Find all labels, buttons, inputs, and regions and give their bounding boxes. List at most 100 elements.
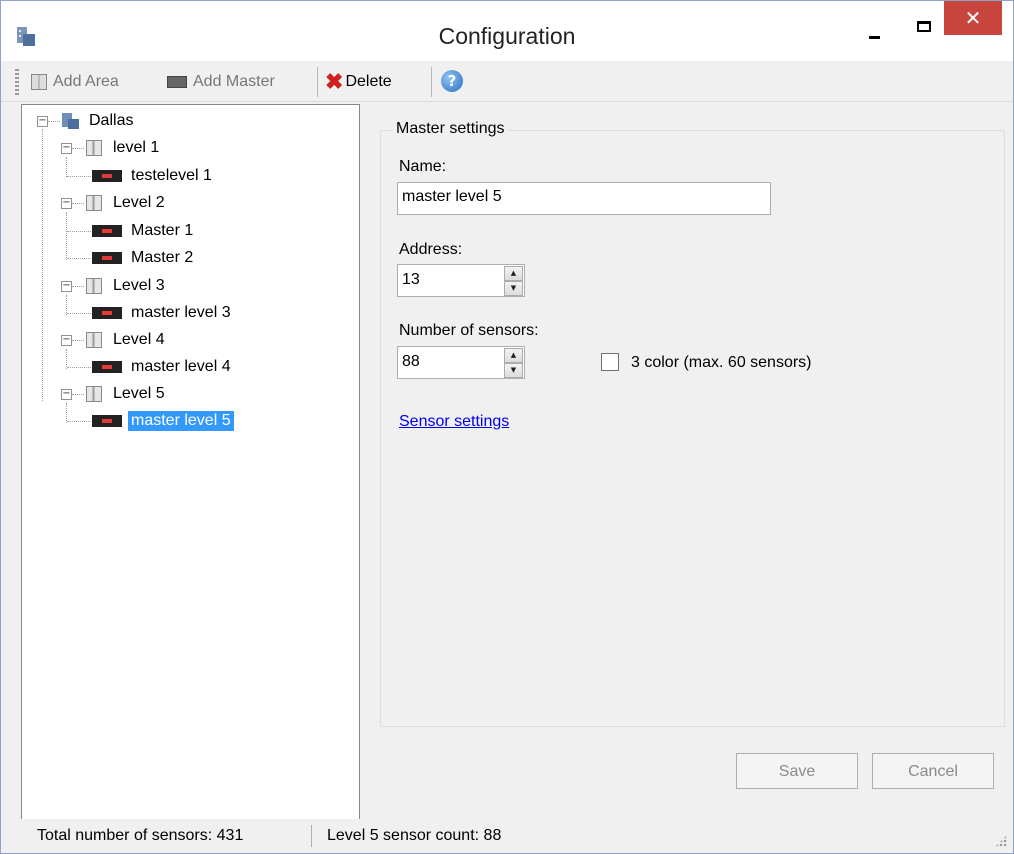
tree-connector (66, 157, 67, 177)
master-device-icon (92, 170, 122, 182)
status-bar: Total number of sensors: 431 Level 5 sen… (1, 819, 1013, 853)
tree-connector (66, 403, 67, 423)
three-color-label[interactable]: 3 color (max. 60 sensors) (631, 354, 812, 372)
tree-connector (66, 212, 67, 260)
master-device-icon (92, 307, 122, 319)
add-master-button[interactable]: Add Master (167, 69, 275, 95)
tree-area-label: Level 2 (113, 194, 165, 211)
tree-connector (67, 421, 91, 422)
tree-master-master-level-4[interactable]: master level 4 (92, 356, 234, 378)
collapse-icon[interactable]: − (61, 198, 72, 209)
device-tree[interactable]: − Dallas − level 1 testelevel 1 − Level … (21, 104, 360, 820)
collapse-icon[interactable]: − (61, 389, 72, 400)
tree-master-master-level-3[interactable]: master level 3 (92, 302, 234, 324)
master-device-icon (92, 252, 122, 264)
tree-connector (48, 121, 60, 122)
collapse-icon[interactable]: − (37, 116, 48, 127)
add-area-button[interactable]: Add Area (31, 69, 119, 95)
spin-up-icon[interactable]: ▲ (504, 348, 523, 363)
tree-connector (67, 176, 91, 177)
tree-area-level-4[interactable]: Level 4 (86, 329, 168, 351)
tree-root-dallas[interactable]: Dallas (60, 110, 136, 132)
sensor-settings-link[interactable]: Sensor settings (399, 413, 509, 431)
tree-connector (72, 340, 84, 341)
tree-area-level-3[interactable]: Level 3 (86, 275, 168, 297)
name-label: Name: (399, 158, 447, 175)
address-stepper[interactable]: 13 ▲ ▼ (397, 264, 525, 297)
add-master-label: Add Master (193, 73, 275, 90)
configuration-window: Configuration ✕ Add Area Add Master ✖ De… (0, 0, 1014, 854)
master-device-icon (92, 225, 122, 237)
sensors-value: 88 (402, 353, 420, 370)
tree-connector (67, 231, 91, 232)
toolbar-grip-icon[interactable] (15, 69, 19, 95)
tree-connector (66, 349, 67, 369)
spin-down-icon[interactable]: ▼ (504, 363, 523, 378)
tree-master-testelevel-1[interactable]: testelevel 1 (92, 165, 215, 187)
tree-area-label: Level 5 (113, 385, 165, 402)
address-value: 13 (402, 271, 420, 288)
tree-master-label: Master 1 (131, 222, 194, 239)
address-spin-buttons: ▲ ▼ (504, 266, 523, 296)
tree-master-master-2[interactable]: Master 2 (92, 247, 196, 269)
tree-master-master-level-5[interactable]: master level 5 (92, 410, 234, 432)
tree-connector (72, 203, 84, 204)
sensors-spin-buttons: ▲ ▼ (504, 348, 523, 378)
building-icon (60, 111, 80, 131)
tree-area-level-1[interactable]: level 1 (86, 137, 162, 159)
sensors-label: Number of sensors: (399, 322, 539, 339)
address-label: Address: (399, 241, 463, 258)
tree-master-label-selected: master level 5 (128, 411, 234, 431)
toolbar: Add Area Add Master ✖ Delete ? (1, 63, 1013, 102)
add-area-label: Add Area (53, 73, 119, 90)
toolbar-separator (317, 67, 318, 97)
delete-label: Delete (345, 73, 392, 90)
master-settings-title: Master settings (393, 120, 508, 138)
area-icon (86, 332, 102, 348)
three-color-checkbox[interactable] (601, 353, 619, 371)
tree-area-level-5[interactable]: Level 5 (86, 383, 168, 405)
tree-connector (67, 367, 91, 368)
area-icon (86, 140, 102, 156)
master-device-icon (92, 415, 122, 427)
collapse-icon[interactable]: − (61, 143, 72, 154)
tree-connector (42, 129, 43, 401)
tree-area-level-2[interactable]: Level 2 (86, 192, 168, 214)
name-field[interactable]: master level 5 (397, 182, 771, 215)
spin-down-icon[interactable]: ▼ (504, 281, 523, 296)
minimize-button[interactable] (861, 9, 891, 45)
sensors-stepper[interactable]: 88 ▲ ▼ (397, 346, 525, 379)
tree-master-label: master level 4 (131, 358, 231, 375)
level-sensor-count-status: Level 5 sensor count: 88 (327, 827, 502, 844)
tree-connector (72, 394, 84, 395)
spin-up-icon[interactable]: ▲ (504, 266, 523, 281)
save-button[interactable]: Save (736, 753, 858, 789)
status-separator (311, 825, 312, 847)
cancel-button[interactable]: Cancel (872, 753, 994, 789)
area-icon (31, 74, 47, 90)
tree-area-label: level 1 (113, 139, 160, 156)
tree-master-label: Master 2 (131, 249, 194, 266)
master-device-icon (92, 361, 122, 373)
total-sensors-status: Total number of sensors: 431 (37, 827, 244, 844)
master-device-icon (167, 76, 187, 88)
delete-x-icon: ✖ (325, 69, 344, 94)
close-button[interactable]: ✕ (944, 1, 1002, 35)
tree-connector (66, 295, 67, 315)
tree-area-label: Level 3 (113, 277, 165, 294)
tree-root-label: Dallas (89, 112, 134, 129)
tree-master-master-1[interactable]: Master 1 (92, 220, 196, 242)
toolbar-separator (431, 67, 432, 97)
area-icon (86, 278, 102, 294)
help-icon[interactable]: ? (441, 70, 463, 92)
tree-connector (72, 148, 84, 149)
maximize-button[interactable] (911, 9, 941, 45)
delete-button[interactable]: ✖ Delete (325, 69, 392, 95)
resize-grip-icon[interactable] (995, 835, 1007, 847)
area-icon (86, 386, 102, 402)
collapse-icon[interactable]: − (61, 335, 72, 346)
area-icon (86, 195, 102, 211)
tree-master-label: testelevel 1 (131, 167, 212, 184)
collapse-icon[interactable]: − (61, 281, 72, 292)
tree-connector (67, 313, 91, 314)
